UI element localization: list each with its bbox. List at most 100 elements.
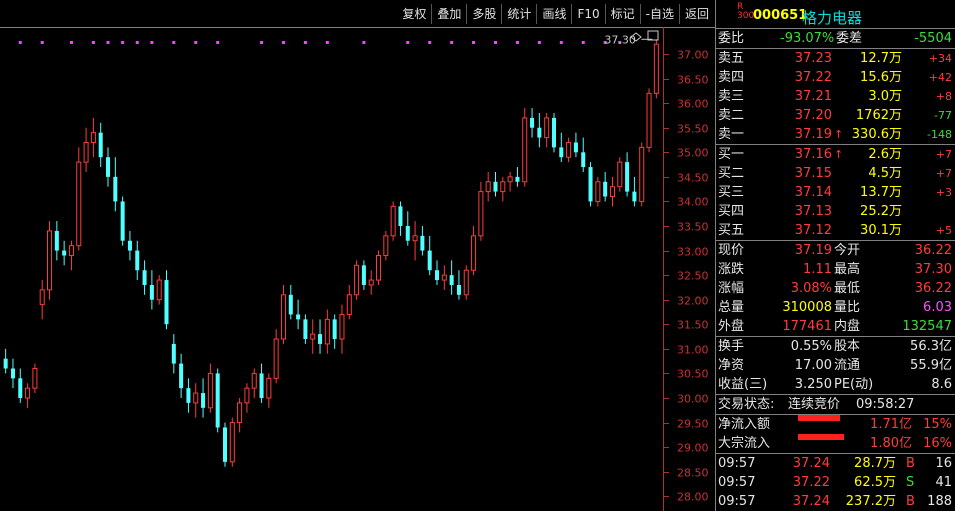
candle-body[interactable] [625,162,630,192]
ask-row[interactable]: 卖二 37.20 1762万 -77 [716,106,955,125]
candle-body[interactable] [588,167,593,202]
back-button[interactable]: 返回 [678,4,714,24]
candle-body[interactable] [595,181,601,202]
candle-body[interactable] [412,235,418,242]
candle-body[interactable] [222,427,227,462]
candle-body[interactable] [186,388,191,403]
candle-body[interactable] [485,181,491,193]
candle-body[interactable] [273,338,279,379]
tick-list[interactable]: 09:57 37.24 28.7万 B 16 09:57 37.22 62.5万 S 41 09:5… [716,454,955,511]
candle-body[interactable] [361,265,366,285]
candle-body[interactable] [617,161,623,188]
statistics-button[interactable]: 统计 [501,4,536,24]
remove-watchlist-button[interactable]: -自选 [639,4,679,24]
candle-body[interactable] [296,314,301,320]
candle-body[interactable] [201,393,206,408]
candle-body[interactable] [18,378,23,398]
bid-row[interactable]: 买二 37.15 4.5万 +7 [716,164,955,183]
candle-body[interactable] [207,372,213,409]
candle-body[interactable] [653,43,659,94]
candle-body[interactable] [390,205,396,237]
expand-icon[interactable] [647,30,659,41]
candle-body[interactable] [39,289,45,306]
candle-body[interactable] [522,117,528,183]
candle-body[interactable] [368,279,374,286]
candle-body[interactable] [120,201,125,241]
stock-code[interactable]: 000651 [753,8,807,23]
candle-body[interactable] [135,250,140,271]
candle-body[interactable] [3,358,8,369]
candle-body[interactable] [530,117,535,128]
candle-body[interactable] [441,274,447,281]
bid-row[interactable]: 买一 37.16 ↑ 2.6万 +7 [716,145,955,164]
bid-row[interactable]: 买三 37.14 13.7万 +3 [716,183,955,202]
mark-button[interactable]: 标记 [604,4,640,24]
tick-row[interactable]: 09:57 37.22 62.5万 S 41 [716,473,955,492]
candle-body[interactable] [544,117,550,139]
candle-body[interactable] [10,368,15,379]
candle-body[interactable] [149,284,154,300]
candle-body[interactable] [609,186,615,198]
candle-body[interactable] [25,387,31,399]
candle-body[interactable] [54,230,59,251]
candle-body[interactable] [581,152,586,168]
candle-body[interactable] [639,146,645,202]
candle-body[interactable] [215,373,220,428]
bid-row[interactable]: 买四 37.13 25.2万 [716,202,955,221]
candle-body[interactable] [493,181,498,192]
candle-body[interactable] [603,181,608,197]
candle-body[interactable] [32,368,38,389]
candle-body[interactable] [463,269,469,296]
candle-body[interactable] [98,132,103,158]
candle-body[interactable] [427,250,432,271]
candle-body[interactable] [106,157,111,177]
candle-body[interactable] [507,176,513,183]
candle-body[interactable] [318,334,323,344]
candle-body[interactable] [551,117,556,148]
candle-body[interactable] [500,181,506,193]
candle-body[interactable] [127,240,132,251]
candle-body[interactable] [259,373,264,398]
candle-body[interactable] [68,245,74,256]
ask-row[interactable]: 卖四 37.22 15.6万 +42 [716,68,955,87]
candle-body[interactable] [251,372,257,389]
candle-body[interactable] [310,333,316,340]
f10-button[interactable]: F10 [571,4,604,24]
candle-body[interactable] [354,264,360,296]
candle-body[interactable] [76,161,82,247]
candle-body[interactable] [244,387,250,404]
candle-body[interactable] [142,270,147,285]
candle-body[interactable] [164,280,169,325]
candle-body[interactable] [346,294,352,315]
overlay-button[interactable]: 叠加 [431,4,466,24]
candle-body[interactable] [471,235,477,271]
candle-body[interactable] [229,422,235,463]
stock-name[interactable]: 格力电器 [802,7,862,28]
candle-body[interactable] [193,392,199,404]
candle-body[interactable] [632,191,637,202]
candle-body[interactable] [537,127,542,138]
candle-body[interactable] [303,319,308,340]
candlestick-chart[interactable]: 37.00 36.50 36.00 35.50 35.00 34.50 34.00 33.50… [0,0,715,511]
candle-body[interactable] [456,284,461,295]
candle-body[interactable] [405,226,410,241]
tick-row[interactable]: 09:57 37.24 28.7万 B 16 [716,454,955,473]
candle-body[interactable] [420,235,425,251]
candle-body[interactable] [566,141,572,158]
multi-stock-button[interactable]: 多股 [466,4,501,24]
candle-body[interactable] [478,191,484,237]
candle-body[interactable] [398,206,403,227]
candle-body[interactable] [383,235,389,256]
ask-row[interactable]: 卖一 37.19 ↑ 330.6万 -148 [716,125,955,144]
candle-body[interactable] [237,402,243,424]
candle-body[interactable] [288,294,293,315]
candle-body[interactable] [515,176,520,182]
candle-body[interactable] [266,377,272,399]
candle-body[interactable] [83,141,89,163]
candle-body[interactable] [573,142,578,153]
tick-row[interactable]: 09:57 37.24 237.2万 B 188 [716,492,955,511]
fuquan-button[interactable]: 复权 [397,4,431,24]
candle-body[interactable] [435,270,440,281]
candle-body[interactable] [376,254,382,281]
candle-body[interactable] [646,92,652,148]
